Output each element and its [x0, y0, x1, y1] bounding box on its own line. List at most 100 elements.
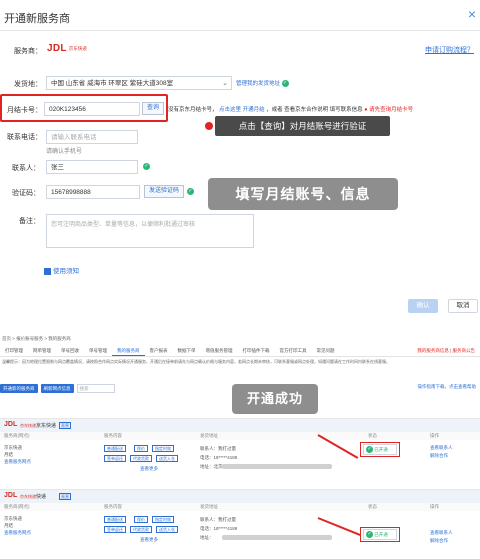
jdl-logo-mark: JDL: [4, 492, 18, 499]
open-provider-button[interactable]: 开通新的服务商: [0, 383, 38, 393]
jdl-logo-sub: 京东快递: [20, 423, 36, 428]
provider-info-line: 京东快递: [4, 516, 22, 521]
tab-recycle[interactable]: 单号回收: [56, 346, 84, 356]
jdl-logo: JDL 京东快递: [47, 43, 87, 54]
send-code-button[interactable]: 发送验证码: [144, 185, 184, 198]
tab-data[interactable]: 数据下单: [173, 346, 201, 356]
column-headers: 服务商(网点) 服务内容 发货地址 状态 操作: [0, 503, 480, 511]
manage-address-text: 管理我的发货地址: [236, 81, 281, 87]
provider-card: JDL 京东快递 京东快递 直营 服务商(网点) 服务内容 发货地址 状态 操作…: [0, 418, 480, 488]
service-tag: 保价: [134, 516, 148, 523]
error-icon: ●: [364, 107, 368, 113]
provider-tag: 直营: [59, 422, 71, 429]
tooltip-pointer: [205, 122, 213, 130]
chevron-down-icon: ⌄: [222, 80, 228, 87]
tab-faq[interactable]: 常见问题: [312, 346, 340, 356]
jdl-logo-mark: JDL: [47, 43, 67, 54]
status-text: 已开通: [374, 532, 388, 537]
account-hint-b: ，或者 查看京东合作说明: [266, 107, 329, 113]
contact-line: 联系人：我打过量: [200, 517, 236, 522]
check-icon: ✓: [366, 531, 373, 539]
open-provider-dialog: 开通新服务商 × 服务商： JDL 京东快递 申请订购流程？ 发货地： 中国 山…: [0, 0, 480, 328]
help-link[interactable]: 申请订购流程？: [425, 45, 474, 55]
service-tag: 送货入仓: [156, 526, 178, 533]
service-tag: 保价: [134, 445, 148, 452]
agree-checkbox[interactable]: 使用须知: [44, 265, 79, 275]
view-outlets-link[interactable]: 查看服务网点: [4, 458, 31, 465]
col-services: 服务内容: [104, 504, 122, 509]
col-address: 发货地址: [200, 433, 218, 438]
arrow-pointer: [317, 517, 362, 537]
column-headers: 服务商(网点) 服务内容 发货地址 状态 操作: [0, 432, 480, 440]
provider-info: 京东快递 月结 查看服务网点: [4, 515, 31, 536]
tab-value-added[interactable]: 增值服务管理: [201, 346, 238, 356]
tab-print[interactable]: 打印管理: [0, 346, 28, 356]
manage-address-link[interactable]: 管理我的发货地址 ✓: [236, 79, 289, 88]
open-monthly-link[interactable]: 点击这里 开通月结: [219, 107, 265, 113]
code-label: 验证码：: [12, 190, 40, 197]
account-label: 月结卡号：: [7, 107, 42, 114]
dialog-divider: [0, 30, 480, 31]
search-input[interactable]: 搜索: [76, 383, 115, 393]
service-tag: 签单返还: [104, 455, 126, 462]
jdl-logo-mark: JDL: [4, 421, 18, 428]
provider-info-line: 月结: [4, 452, 13, 457]
col-provider: 服务商(网点): [4, 504, 30, 509]
account-input[interactable]: 020K123456: [44, 102, 140, 116]
provider-card-header: JDL 京东快递 快递 直营: [0, 490, 480, 503]
col-services: 服务内容: [104, 433, 122, 438]
more-services-link[interactable]: 查看更多: [140, 537, 158, 543]
check-icon: ✓: [366, 446, 373, 454]
tab-reports[interactable]: 客户报表: [145, 346, 173, 356]
provider-info-line: 月结: [4, 523, 13, 528]
checkbox-icon: [44, 267, 51, 275]
cancel-cooperation-link[interactable]: 解除合作: [430, 452, 453, 460]
phone-input[interactable]: 请输入联系电话: [46, 130, 138, 144]
check-icon: ✓: [187, 188, 194, 195]
provider-management-page: 首页 > 报价账号服务 > 我的服务商 打印管理 网单管理 单号回收 单号管理 …: [0, 334, 480, 553]
tab-plugin[interactable]: 打印插件下载: [238, 346, 275, 356]
status-badge: ✓ 已开通: [363, 529, 397, 540]
tab-waybill[interactable]: 网单管理: [28, 346, 56, 356]
view-contact-link[interactable]: 查看联系人: [430, 444, 453, 452]
confirm-button[interactable]: 确认: [408, 299, 438, 313]
cancel-button[interactable]: 取消: [448, 299, 478, 313]
tab-numbers[interactable]: 单号管理: [84, 346, 112, 356]
status-text: 已开通: [374, 447, 388, 452]
cancel-cooperation-link[interactable]: 解除合作: [430, 537, 453, 545]
provider-label: 服务商：: [14, 48, 42, 55]
card-ops: 查看联系人 解除合作: [430, 444, 453, 460]
service-tag: 代收货款: [130, 455, 152, 462]
status-badge: ✓ 已开通: [363, 444, 397, 455]
account-hint-c: 填写联系信息: [329, 107, 363, 113]
tab-my-providers[interactable]: 我的服务商: [112, 346, 145, 356]
code-input[interactable]: 15678998888: [46, 185, 140, 199]
service-tag: 指定时效: [152, 445, 174, 452]
breadcrumb: 首页 > 报价账号服务 > 我的服务商: [2, 336, 71, 341]
ship-address-value: 中国 山东省 威海市 环翠区 紫硅大道308室: [51, 80, 174, 87]
card-ops: 查看联系人 解除合作: [430, 529, 453, 545]
tab-right-info[interactable]: 我的服务商信息 | 服务商公告: [412, 346, 480, 356]
tab-official-tool[interactable]: 官方打印工具: [275, 346, 312, 356]
page-tabs: 打印管理 网单管理 单号回收 单号管理 我的服务商 客户报表 数据下单 增值服务…: [0, 346, 480, 357]
jdl-logo-sub: 京东快递: [20, 494, 36, 499]
view-contact-link[interactable]: 查看联系人: [430, 529, 453, 537]
refresh-button[interactable]: 刷新网点信息: [40, 383, 74, 393]
fill-info-callout: 填写月结账号、信息: [208, 178, 398, 210]
dialog-title: 开通新服务商: [4, 13, 70, 25]
open-success-callout: 开通成功: [232, 384, 318, 414]
jdl-logo-sub: 京东快递: [68, 45, 87, 51]
more-services-link[interactable]: 查看更多: [140, 466, 158, 472]
ship-address-select[interactable]: 中国 山东省 威海市 环翠区 紫硅大道308室 ⌄: [46, 76, 232, 90]
guide-link[interactable]: 操作指南下载，点击查看帮助: [418, 384, 477, 390]
action-bar: 开通新的服务商 刷新网点信息 搜索: [0, 382, 115, 394]
account-hint: 没有京东月结卡号， 点击这里 开通月结 ，或者 查看京东合作说明 填写联系信息 …: [168, 105, 413, 113]
query-button[interactable]: 查询: [142, 102, 164, 115]
remark-textarea[interactable]: 您可注明商品类型、单量等信息，以便顺利批通过审核: [46, 214, 254, 248]
provider-tag: 直营: [59, 493, 71, 500]
close-icon[interactable]: ×: [468, 6, 476, 22]
service-tag: 指定时效: [152, 516, 174, 523]
phone-label: 联系电话：: [7, 134, 42, 141]
contact-input[interactable]: 张三: [46, 160, 138, 174]
view-outlets-link[interactable]: 查看服务网点: [4, 529, 31, 536]
